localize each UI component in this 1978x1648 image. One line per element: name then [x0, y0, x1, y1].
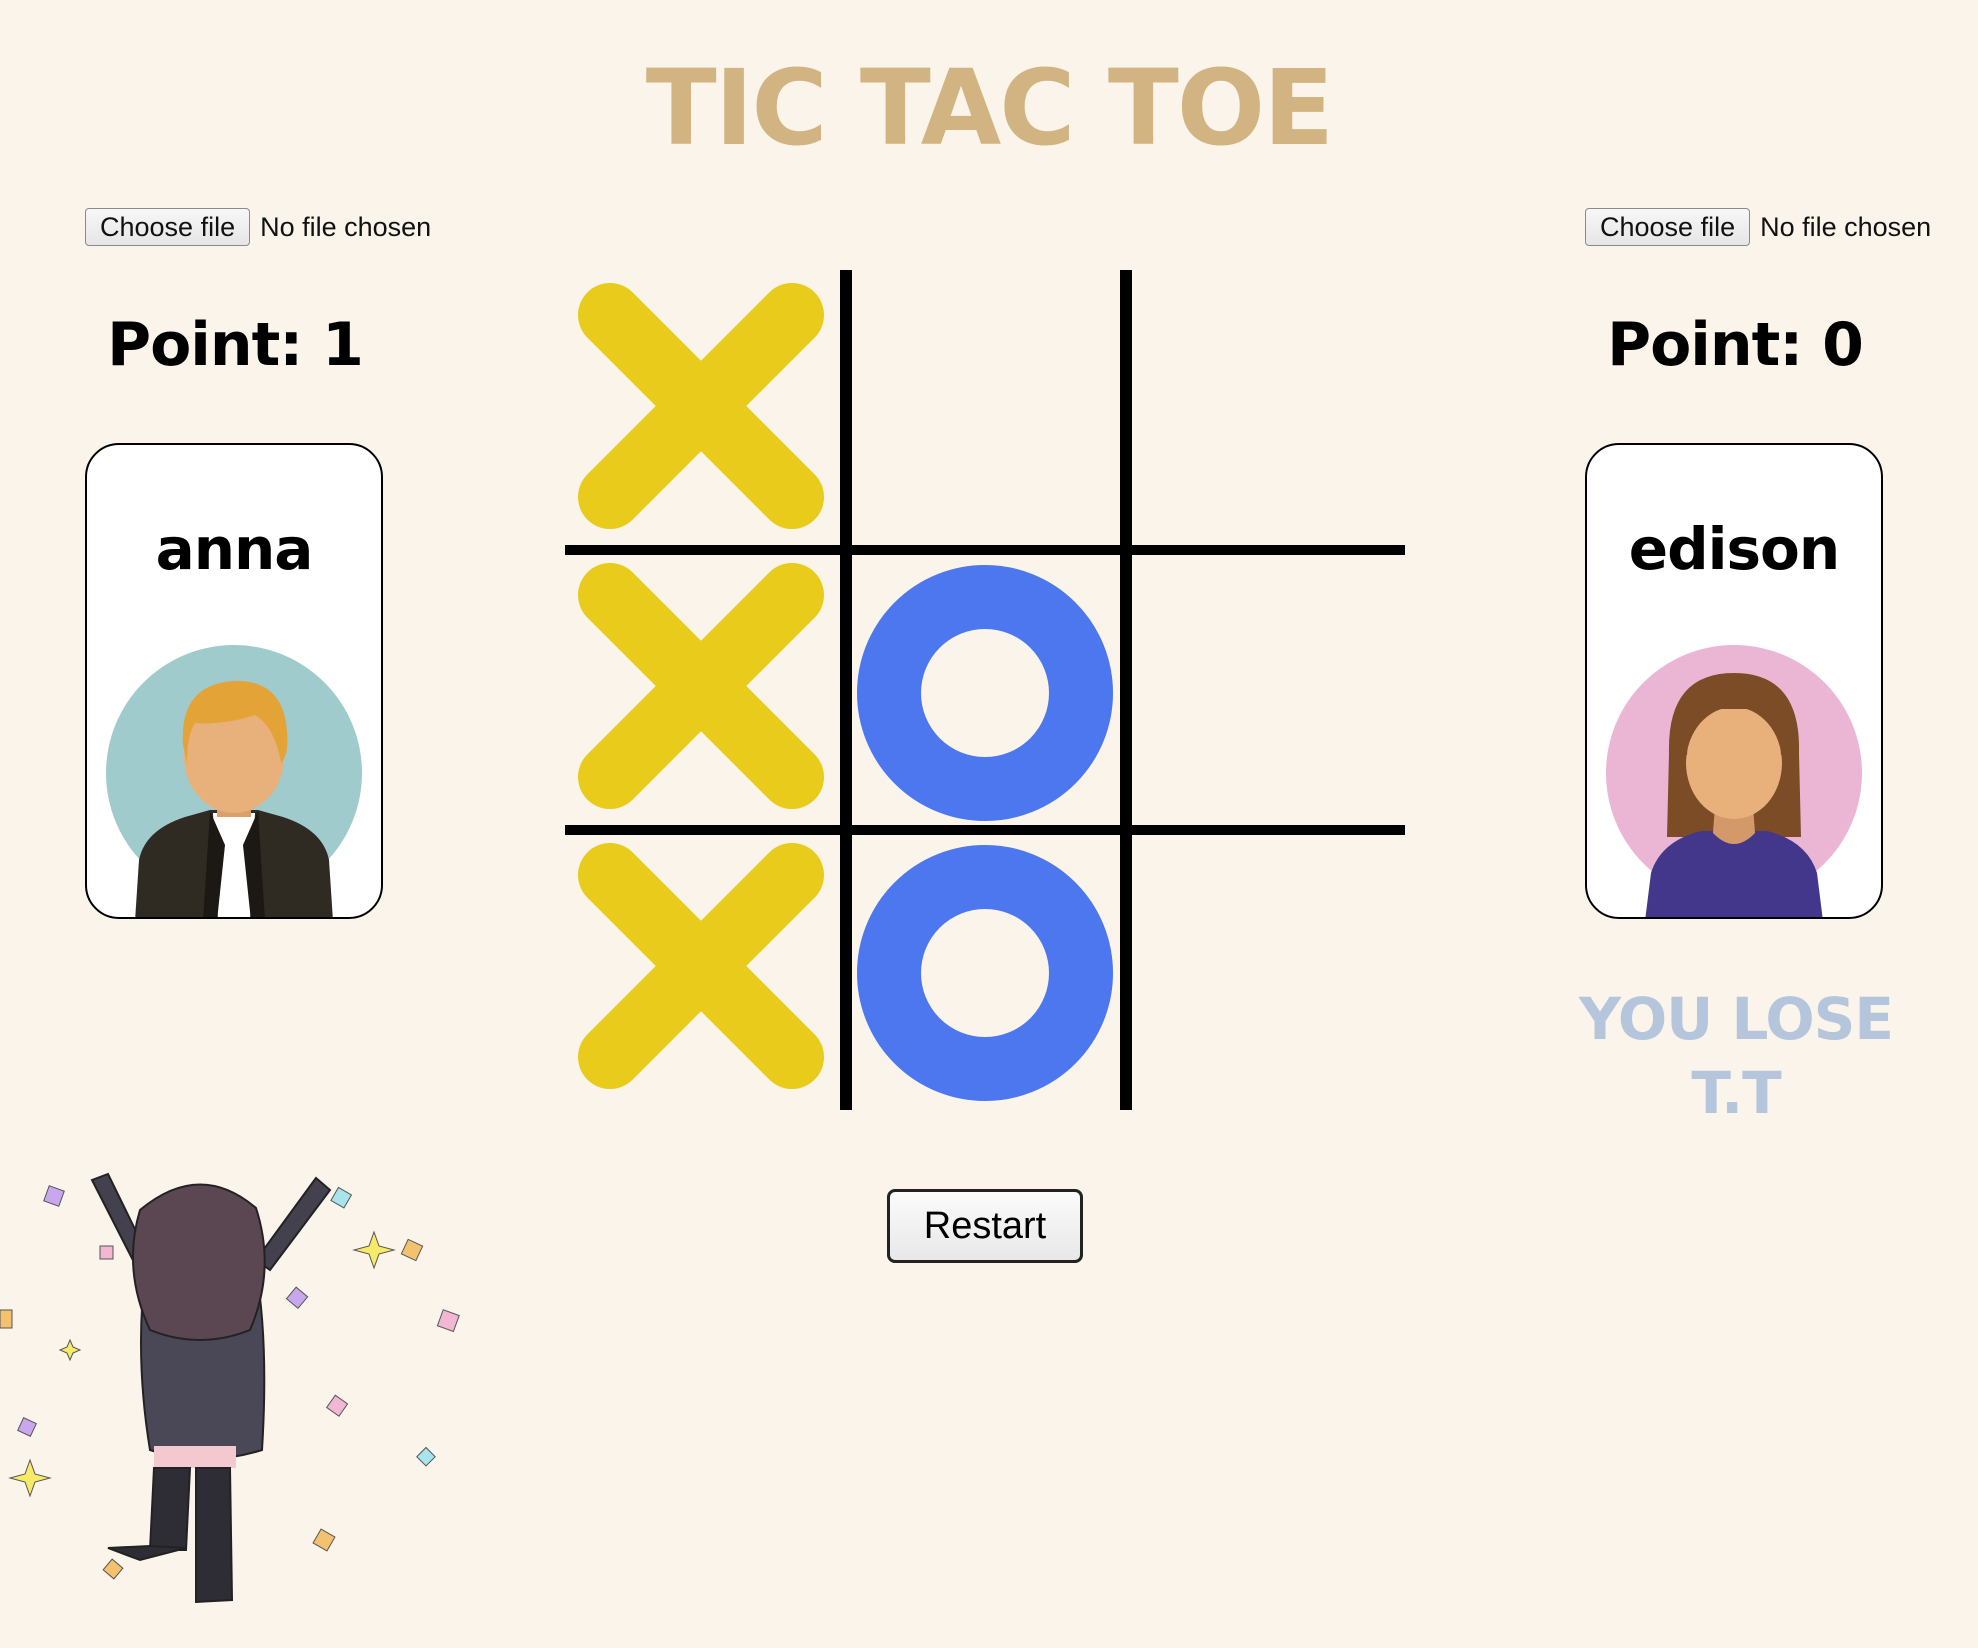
x-mark-icon: [578, 283, 824, 529]
player1-card: anna: [85, 443, 383, 919]
board-cell[interactable]: [565, 270, 845, 550]
result-line: T.T: [1691, 1059, 1781, 1127]
x-mark-icon: [578, 843, 824, 1089]
o-mark-icon: [857, 845, 1113, 1101]
player2-card: edison: [1585, 443, 1883, 919]
female-avatar-icon: [1606, 645, 1862, 917]
file-status: No file chosen: [1760, 211, 1932, 242]
file-status: No file chosen: [260, 211, 432, 242]
board-cell[interactable]: [845, 550, 1125, 830]
celebrating-girl-illustration-icon: [0, 1172, 460, 1604]
choose-file-button[interactable]: Choose file: [85, 208, 251, 246]
board-cell[interactable]: [565, 830, 845, 1110]
restart-button[interactable]: Restart: [887, 1189, 1083, 1263]
player2-points: Point: 0: [1607, 310, 1864, 380]
player2-file-input[interactable]: Choose file No file chosen: [1585, 206, 1931, 248]
board-cell[interactable]: [845, 830, 1125, 1110]
player1-points: Point: 1: [107, 310, 364, 380]
board-cell[interactable]: [1125, 830, 1405, 1110]
player2-name: edison: [1628, 515, 1840, 583]
game-title: TIC TAC TOE: [645, 47, 1334, 169]
male-avatar-icon: [106, 645, 362, 917]
game-board: [565, 270, 1405, 1110]
x-mark-icon: [578, 563, 824, 809]
choose-file-button[interactable]: Choose file: [1585, 208, 1751, 246]
o-mark-icon: [857, 565, 1113, 821]
player1-file-input[interactable]: Choose file No file chosen: [85, 206, 431, 248]
player1-name: anna: [155, 515, 314, 583]
board-cell[interactable]: [845, 270, 1125, 550]
board-cell[interactable]: [1125, 270, 1405, 550]
board-cell[interactable]: [1125, 550, 1405, 830]
result-line: YOU LOSE: [1578, 985, 1894, 1053]
result-message: YOU LOSE T.T: [1566, 982, 1906, 1130]
board-cell[interactable]: [565, 550, 845, 830]
